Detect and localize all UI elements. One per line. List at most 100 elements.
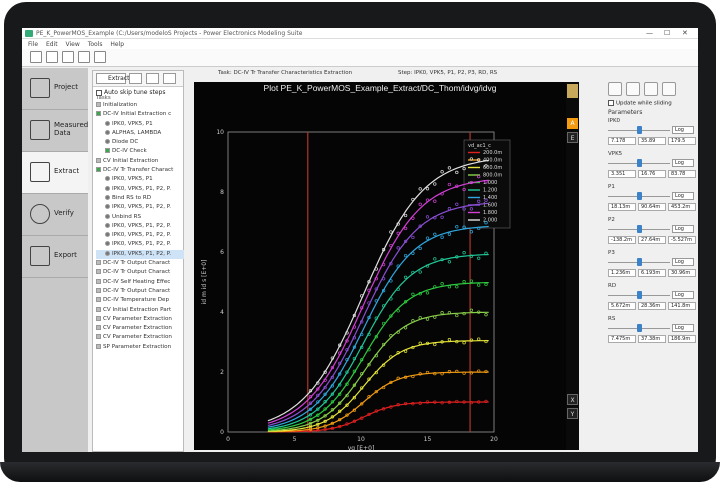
param-max-field[interactable]: 30.96m bbox=[668, 269, 696, 277]
task-item[interactable]: CV Initial Extraction bbox=[96, 157, 184, 166]
reset-icon[interactable] bbox=[644, 82, 658, 96]
task-item[interactable]: CV Parameter Extraction bbox=[96, 333, 184, 342]
menu-file[interactable]: File bbox=[28, 41, 38, 48]
task-item[interactable]: IPK0, VPK5, P1, P2, P. bbox=[96, 231, 184, 240]
menu-view[interactable]: View bbox=[66, 41, 80, 48]
task-item[interactable]: CV Parameter Extraction bbox=[96, 315, 184, 324]
minimize-button[interactable]: — bbox=[646, 29, 653, 37]
extract-button[interactable]: Extract bbox=[96, 73, 130, 84]
param-max-field[interactable]: -5.527m bbox=[668, 236, 696, 244]
scale-select[interactable]: Log bbox=[672, 324, 694, 332]
scale-select[interactable]: Log bbox=[672, 291, 694, 299]
slider-knob[interactable] bbox=[636, 126, 642, 134]
update-while-sliding-checkbox[interactable]: Update while sliding bbox=[608, 100, 672, 107]
scale-select[interactable]: Log bbox=[672, 225, 694, 233]
task-item[interactable]: IPK0, VPK5, P1, P2, P. bbox=[96, 240, 184, 249]
task-item[interactable]: IPK0, VPK5, P1 bbox=[96, 120, 184, 129]
param-min-field[interactable]: 1.236m bbox=[608, 269, 636, 277]
slider-knob[interactable] bbox=[636, 258, 642, 266]
task-item[interactable]: CV Parameter Extraction bbox=[96, 324, 184, 333]
axis-e-button[interactable]: E bbox=[567, 132, 578, 143]
param-slider[interactable] bbox=[608, 159, 670, 167]
task-item[interactable]: DC-IV Self Heating Effec bbox=[96, 278, 184, 287]
plot-area[interactable]: Plot PE_K_PowerMOS_Example_Extract/DC_Th… bbox=[194, 82, 579, 452]
param-slider[interactable] bbox=[608, 291, 670, 299]
task-item[interactable]: IPK0, VPK5, P1, P2, P. bbox=[96, 249, 184, 260]
nav-verify[interactable]: Verify bbox=[22, 194, 88, 236]
param-max-field[interactable]: 83.78 bbox=[668, 170, 696, 178]
scale-select[interactable]: Log bbox=[672, 126, 694, 134]
param-slider[interactable] bbox=[608, 258, 670, 266]
task-item[interactable]: DC-IV Check bbox=[96, 147, 184, 156]
param-max-field[interactable]: 179.5 bbox=[668, 137, 696, 145]
param-value-field[interactable]: 37.38m bbox=[638, 335, 666, 343]
scale-select[interactable]: Log bbox=[672, 159, 694, 167]
plot-svg[interactable]: Plot PE_K_PowerMOS_Example_Extract/DC_Th… bbox=[194, 82, 566, 452]
param-value-field[interactable]: 16.76 bbox=[638, 170, 666, 178]
x-axis-button[interactable]: X bbox=[567, 394, 578, 405]
param-max-field[interactable]: 141.8m bbox=[668, 302, 696, 310]
nav-extract[interactable]: Extract bbox=[22, 152, 88, 194]
settings-icon[interactable] bbox=[163, 73, 176, 84]
param-value-field[interactable]: 6.193m bbox=[638, 269, 666, 277]
task-item[interactable]: Diode DC bbox=[96, 138, 184, 147]
task-item[interactable]: DC-IV Tr Output Charact bbox=[96, 287, 184, 296]
menu-edit[interactable]: Edit bbox=[46, 41, 58, 48]
scale-select[interactable]: Log bbox=[672, 192, 694, 200]
task-item[interactable]: Initialization bbox=[96, 101, 184, 110]
param-value-field[interactable]: 35.89 bbox=[638, 137, 666, 145]
param-value-field[interactable]: 27.64m bbox=[638, 236, 666, 244]
param-slider[interactable] bbox=[608, 126, 670, 134]
task-item[interactable]: Bind RS to RD bbox=[96, 194, 184, 203]
param-min-field[interactable]: 5.672m bbox=[608, 302, 636, 310]
tune-icon[interactable] bbox=[608, 82, 622, 96]
task-item[interactable]: DC-IV Tr Transfer Charact bbox=[96, 166, 184, 175]
task-item[interactable]: Unbind RS bbox=[96, 213, 184, 222]
optimize-icon[interactable] bbox=[626, 82, 640, 96]
y-axis-button[interactable]: Y bbox=[567, 408, 578, 419]
open-project-icon[interactable] bbox=[46, 51, 58, 63]
slider-knob[interactable] bbox=[636, 159, 642, 167]
task-item[interactable]: DC-IV Initial Extraction c bbox=[96, 110, 184, 119]
nav-measured-data[interactable]: Measured Data bbox=[22, 110, 88, 152]
slider-knob[interactable] bbox=[636, 291, 642, 299]
param-value-field[interactable]: 90.64m bbox=[638, 203, 666, 211]
param-min-field[interactable]: -138.2m bbox=[608, 236, 636, 244]
task-item[interactable]: IPK0, VPK5, P1, P2, P. bbox=[96, 222, 184, 231]
slider-knob[interactable] bbox=[636, 324, 642, 332]
menu-help[interactable]: Help bbox=[110, 41, 124, 48]
hand-icon[interactable] bbox=[662, 82, 676, 96]
import-icon[interactable] bbox=[62, 51, 74, 63]
task-item[interactable]: CV Initial Extraction Part bbox=[96, 306, 184, 315]
task-item[interactable]: IPK0, VPK5, P1, P2, P. bbox=[96, 203, 184, 212]
task-item[interactable]: SP Parameter Extraction bbox=[96, 343, 184, 352]
nav-project[interactable]: Project bbox=[22, 68, 88, 110]
param-min-field[interactable]: 3.351 bbox=[608, 170, 636, 178]
save-icon[interactable] bbox=[78, 51, 90, 63]
task-item[interactable]: DC-IV Tr Output Charact bbox=[96, 259, 184, 268]
slider-knob[interactable] bbox=[636, 225, 642, 233]
param-min-field[interactable]: 7.475m bbox=[608, 335, 636, 343]
axis-a-button[interactable]: A bbox=[567, 118, 578, 129]
nav-export[interactable]: Export bbox=[22, 236, 88, 278]
task-item[interactable]: DC-IV Tr Output Charact bbox=[96, 268, 184, 277]
maximize-button[interactable]: ☐ bbox=[664, 29, 670, 37]
slider-knob[interactable] bbox=[636, 192, 642, 200]
plot-settings-icon[interactable] bbox=[567, 84, 578, 98]
task-item[interactable]: IPK0, VPK5, P1 bbox=[96, 175, 184, 184]
task-item[interactable]: DC-IV Temperature Dep bbox=[96, 296, 184, 305]
refresh-icon[interactable] bbox=[146, 73, 159, 84]
task-item[interactable]: IPK0, VPK5, P1, P2, P. bbox=[96, 185, 184, 194]
run-step-icon[interactable] bbox=[129, 73, 142, 84]
param-slider[interactable] bbox=[608, 225, 670, 233]
new-project-icon[interactable] bbox=[30, 51, 42, 63]
menu-tools[interactable]: Tools bbox=[88, 41, 103, 48]
param-min-field[interactable]: 18.13m bbox=[608, 203, 636, 211]
param-slider[interactable] bbox=[608, 324, 670, 332]
param-min-field[interactable]: 7.178 bbox=[608, 137, 636, 145]
scale-select[interactable]: Log bbox=[672, 258, 694, 266]
task-item[interactable]: ALPHAS, LAMBDA bbox=[96, 129, 184, 138]
save-as-icon[interactable] bbox=[94, 51, 106, 63]
param-max-field[interactable]: 453.2m bbox=[668, 203, 696, 211]
close-button[interactable]: ✕ bbox=[682, 29, 688, 37]
